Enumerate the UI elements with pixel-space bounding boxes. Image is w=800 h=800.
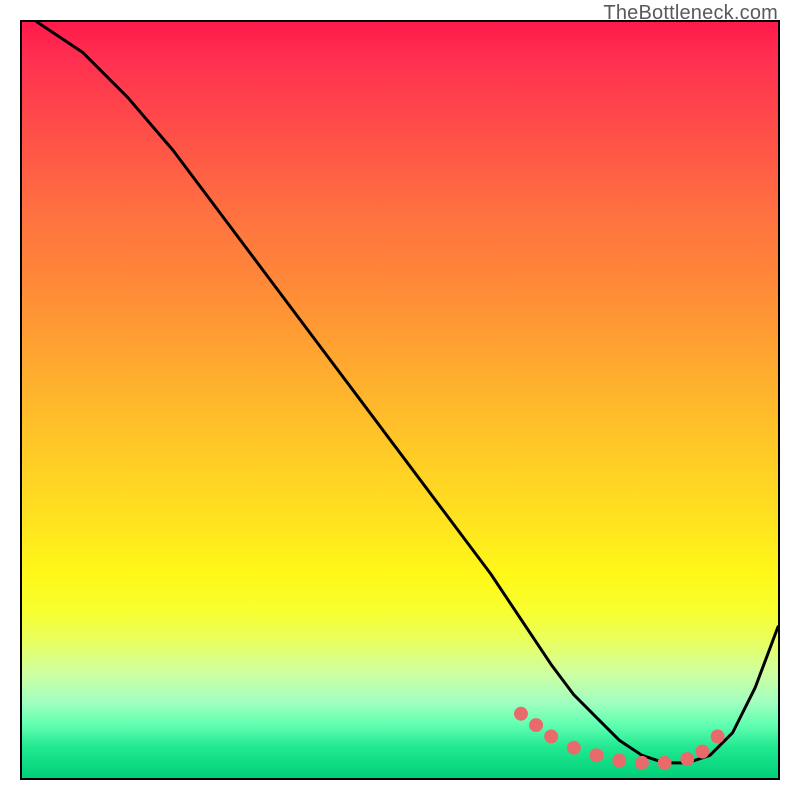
curve-marker [612,754,626,768]
chart-svg [22,22,778,778]
curve-marker [635,756,649,770]
curve-marker [514,707,528,721]
bottleneck-curve [37,22,778,763]
chart-container: TheBottleneck.com [0,0,800,800]
curve-marker [529,718,543,732]
curve-marker [711,729,725,743]
curve-marker [695,745,709,759]
curve-marker [544,729,558,743]
curve-marker [567,741,581,755]
plot-area [20,20,780,780]
curve-marker [658,756,672,770]
curve-marker [680,752,694,766]
curve-group [37,22,778,763]
curve-marker [590,748,604,762]
